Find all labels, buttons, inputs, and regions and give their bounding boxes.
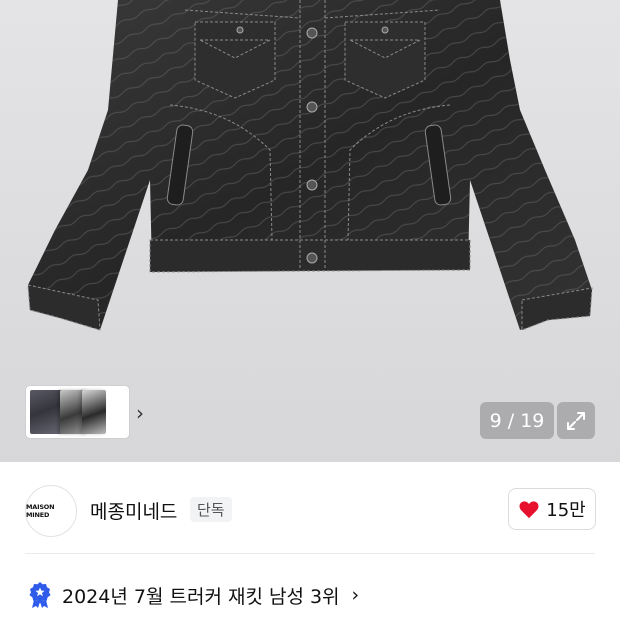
- ranking-link[interactable]: 2024년 7월 트러커 재킷 남성 3위 ›: [28, 578, 359, 612]
- expand-icon: [567, 411, 585, 430]
- like-count: 15만: [546, 500, 586, 521]
- expand-button[interactable]: [557, 402, 595, 439]
- thumbnail-strip[interactable]: ›: [26, 386, 144, 438]
- chevron-right-icon: ›: [351, 584, 360, 606]
- brand-logo[interactable]: MAISON MINED: [25, 485, 77, 537]
- ranking-text: 2024년 7월 트러커 재킷 남성 3위: [62, 585, 340, 608]
- product-image-gallery[interactable]: › 9 / 19: [0, 0, 620, 462]
- chevron-right-icon[interactable]: ›: [136, 401, 144, 425]
- heart-icon: [519, 501, 539, 519]
- brand-name[interactable]: 메종미네드: [90, 497, 177, 524]
- exclusive-badge: 단독: [190, 497, 232, 522]
- like-button[interactable]: 15만: [508, 488, 596, 530]
- divider: [25, 553, 595, 554]
- ranking-badge-icon: [29, 582, 51, 608]
- image-counter: 9 / 19: [480, 402, 554, 439]
- brand-row: MAISON MINED 메종미네드 단독 15만: [0, 480, 620, 540]
- brand-logo-text: MAISON MINED: [26, 503, 55, 519]
- thumbnail-image[interactable]: [82, 390, 106, 434]
